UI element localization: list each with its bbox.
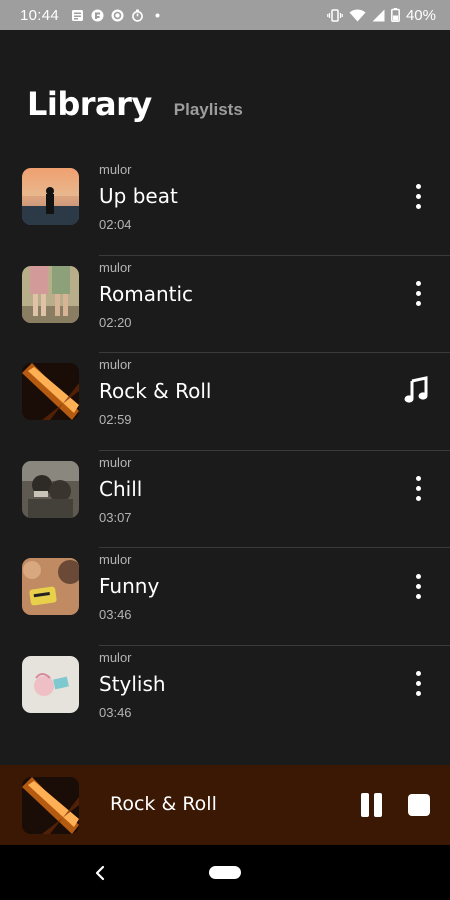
system-nav-bar: [0, 845, 450, 900]
more-vert-icon[interactable]: [408, 178, 428, 214]
library-header: Library Playlists: [27, 85, 243, 123]
tab-playlists[interactable]: Playlists: [174, 100, 243, 120]
more-vert-icon[interactable]: [408, 568, 428, 604]
wifi-icon: [349, 9, 366, 21]
back-icon[interactable]: [92, 863, 108, 883]
music-note-icon[interactable]: [402, 375, 432, 405]
album-art: [22, 460, 79, 518]
now-playing-bar[interactable]: Rock & Roll: [0, 765, 450, 845]
home-pill-icon[interactable]: [209, 866, 241, 879]
track-duration: 03:07: [99, 509, 132, 525]
notification-icons: [71, 9, 164, 22]
timer-icon: [132, 9, 143, 22]
track-title: Up beat: [99, 184, 178, 208]
library-screen: Library Playlists mulor Up beat 02:04 mu…: [0, 30, 450, 845]
track-row[interactable]: mulor Rock & Roll 02:59: [0, 353, 450, 451]
album-art: [22, 558, 79, 616]
track-title: Romantic: [99, 281, 194, 306]
more-vert-icon[interactable]: [408, 276, 428, 312]
album-art: [22, 265, 79, 323]
track-row[interactable]: mulor Stylish 03:46: [0, 646, 450, 744]
status-time: 10:44: [20, 6, 60, 24]
track-title: Chill: [99, 476, 143, 501]
more-vert-icon[interactable]: [408, 471, 428, 507]
system-status: 40%: [327, 7, 436, 24]
album-art: [22, 655, 79, 713]
track-title: Funny: [99, 574, 160, 599]
more-vert-icon[interactable]: [408, 666, 428, 702]
track-duration: 02:20: [99, 314, 132, 330]
vibrate-icon: [327, 8, 343, 22]
album-art: [22, 168, 79, 225]
signal-icon: [372, 9, 385, 21]
status-bar: 10:44 40%: [0, 0, 450, 30]
track-artist: mulor: [99, 649, 132, 665]
track-row[interactable]: mulor Romantic 02:20: [0, 256, 450, 354]
track-artist: mulor: [99, 454, 132, 470]
track-duration: 03:46: [99, 607, 132, 623]
now-playing-title: Rock & Roll: [110, 793, 217, 815]
pause-icon[interactable]: [358, 793, 384, 819]
track-row[interactable]: mulor Chill 03:07: [0, 451, 450, 549]
track-title: Stylish: [99, 671, 166, 696]
track-title: Rock & Roll: [99, 379, 212, 404]
news-icon: [72, 9, 84, 21]
track-duration: 03:46: [99, 704, 132, 720]
flipboard-icon: [91, 9, 104, 21]
album-art: [22, 363, 79, 421]
dot-icon: [155, 13, 160, 17]
battery-icon: [391, 8, 400, 22]
track-artist: mulor: [99, 357, 132, 373]
track-row[interactable]: mulor Up beat 02:04: [0, 158, 450, 256]
track-duration: 02:59: [99, 412, 132, 428]
battery-percent: 40%: [405, 6, 436, 24]
track-duration: 02:04: [99, 217, 132, 232]
track-artist: mulor: [99, 552, 132, 568]
now-playing-art: [22, 777, 79, 834]
page-title: Library: [27, 85, 152, 123]
track-artist: mulor: [99, 162, 132, 177]
track-artist: mulor: [99, 259, 132, 275]
track-list: mulor Up beat 02:04 mulor Romantic 02:20…: [0, 158, 450, 744]
pocket-casts-icon: [111, 9, 124, 21]
stop-icon[interactable]: [408, 794, 430, 816]
track-row[interactable]: mulor Funny 03:46: [0, 548, 450, 646]
